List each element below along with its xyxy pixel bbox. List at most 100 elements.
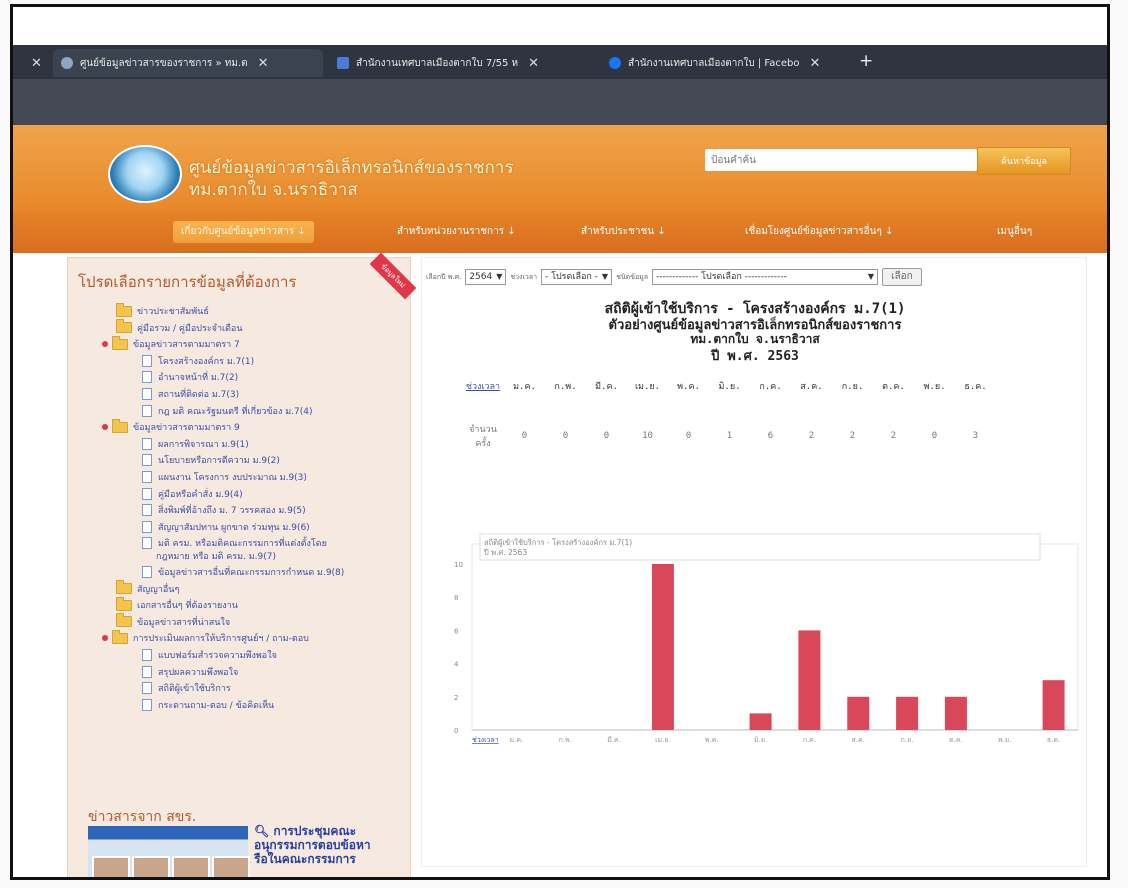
bar (847, 696, 870, 730)
table-header-cell: ธ.ค. (964, 382, 987, 392)
table-cell: 2 (808, 431, 815, 441)
nav-item-agencies[interactable]: สำหรับหน่วยงานราชการ ↓ (389, 221, 524, 243)
close-icon[interactable]: ✕ (258, 56, 269, 71)
folder-icon (112, 629, 128, 644)
new-ribbon-badge: ข้อมูลใหม่ (369, 252, 417, 300)
folder-icon (116, 319, 132, 334)
table-header-cell: ม.ค. (513, 382, 536, 392)
chevron-down-icon: ▼ (496, 272, 503, 281)
tab-second[interactable]: สำนักงานเทศบาลเมืองตากใบ 7/55 ห ✕ (329, 49, 595, 77)
table-cell: 2 (849, 431, 856, 441)
sidebar-item[interactable]: อำนาจหน้าที่ ม.7(2) (142, 370, 238, 384)
sidebar-item[interactable]: การประเมินผลการให้บริการศูนย์ฯ / ถาม-ตอบ (102, 629, 309, 645)
tab-label: สำนักงานเทศบาลเมืองตากใบ 7/55 ห (356, 57, 519, 69)
news-headline[interactable]: 🔍︎ การประชุมคณะอนุกรรมการตอบข้อหารือในคณ… (254, 824, 374, 866)
table-header-row: ช่วงเวลา ม.ค. ก.พ. มี.ค. เม.ย. พ.ค. มิ.ย. ก.ค. ส… (462, 364, 996, 408)
period-select[interactable]: - โปรดเลือก - ▼ (541, 269, 613, 285)
site-icon (337, 57, 349, 69)
stats-table: ช่วงเวลา ม.ค. ก.พ. มี.ค. เม.ย. พ.ค. มิ.ย. ก.ค. ส… (462, 364, 996, 464)
sidebar-item[interactable]: แบบฟอร์มสำรวจความพึงพอใจ (142, 648, 277, 662)
document-icon (142, 520, 152, 533)
sidebar-item[interactable]: สิ่งพิมพ์ที่อ้างถึง ม. 7 วรรคสอง ม.9(5) (142, 503, 306, 517)
sidebar-item-label: ผลการพิจารณา ม.9(1) (158, 439, 249, 450)
sidebar-item[interactable]: แผนงาน โครงการ งบประมาณ ม.9(3) (142, 470, 307, 484)
y-tick-label: 8 (454, 594, 458, 602)
sidebar-item[interactable]: สัญญาสัมปทาน ผูกขาด ร่วมทุน ม.9(6) (142, 520, 310, 534)
year-select[interactable]: 2564 ▼ (465, 269, 507, 285)
news-thumbnail[interactable] (88, 826, 250, 877)
tab-active[interactable]: ศูนย์ข้อมูลข่าวสารของราชการ » ทม.ต ✕ (53, 49, 323, 77)
x-tick-label: มี.ค. (607, 736, 621, 744)
sidebar-item-label: ข้อมูลข่าวสารตามมาตรา 7 (133, 340, 240, 351)
sidebar-item-label: นโยบายหรือการตีความ ม.9(2) (158, 456, 280, 467)
plot-area (471, 543, 1079, 731)
sidebar-item[interactable]: กฎ มติ คณะรัฐมนตรี ที่เกี่ยวข้อง ม.7(4) (142, 404, 313, 418)
sidebar-item[interactable]: คู่มือรวม / คู่มือประจำเดือน (116, 319, 242, 335)
tab-close-previous[interactable]: ✕ (13, 49, 50, 77)
new-tab-button[interactable]: + (859, 51, 873, 71)
table-cell: 0 (562, 431, 569, 441)
facebook-icon (609, 57, 621, 69)
table-cell: 1 (726, 431, 733, 441)
nav-item-public[interactable]: สำหรับประชาชน ↓ (573, 221, 674, 243)
sidebar-item[interactable]: สรุปผลความพึงพอใจ (142, 665, 238, 679)
sidebar-item[interactable]: สัญญาอื่นๆ (116, 580, 179, 596)
close-icon[interactable]: ✕ (810, 56, 821, 71)
bar-chart: สถิติผู้เข้าใช้บริการ - โครงสร้างองค์กร … (454, 533, 1079, 744)
x-tick-label: พ.ค. (705, 736, 719, 744)
table-header-cell: พ.ค. (677, 382, 700, 392)
bar (1042, 680, 1065, 730)
sidebar-item[interactable]: สถิติผู้เข้าใช้บริการ (142, 681, 231, 695)
sidebar-item[interactable]: ข้อมูลข่าวสารตามมาตรา 7 (102, 335, 240, 351)
sidebar-item-label: อำนาจหน้าที่ ม.7(2) (158, 373, 239, 384)
sidebar-title: โปรดเลือกรายการข้อมูลที่ต้องการ (78, 273, 297, 291)
search-input[interactable] (705, 149, 977, 171)
x-tick-label: พ.ย. (998, 736, 1011, 744)
close-icon[interactable]: ✕ (528, 56, 539, 71)
sidebar-item[interactable]: โครงสร้างองค์กร ม.7(1) (142, 354, 254, 368)
sidebar-item[interactable]: ข้อมูลข่าวสารตามมาตรา 9 (102, 418, 240, 434)
bar (749, 713, 772, 730)
document-icon (142, 504, 152, 517)
x-tick-label: ก.พ. (559, 736, 572, 744)
tab-third[interactable]: สำนักงานเทศบาลเมืองตากใบ | Facebo ✕ (601, 49, 853, 77)
news-photo-person (172, 856, 210, 877)
sidebar-item-label: แผนงาน โครงการ งบประมาณ ม.9(3) (158, 473, 307, 483)
nav-item-about[interactable]: เกี่ยวกับศูนย์ข้อมูลข่าวสาร ↓ (173, 221, 314, 243)
close-icon[interactable]: ✕ (31, 56, 42, 71)
select-button[interactable]: เลือก (882, 268, 922, 286)
document-icon (142, 388, 152, 400)
bar (896, 696, 919, 730)
chevron-down-icon: ▼ (867, 272, 875, 281)
x-axis-label: ช่วงเวลา (472, 736, 499, 744)
data-type-select[interactable]: ------------- โปรดเลือก ------------- ▼ (652, 269, 879, 285)
sidebar-item[interactable]: กระดานถาม-ตอบ / ข้อคิดเห็น (142, 698, 274, 712)
bar (651, 564, 674, 730)
document-icon (142, 371, 152, 384)
nav-item-links[interactable]: เชื่อมโยงศูนย์ข้อมูลข่าวสารอื่นๆ ↓ (737, 221, 901, 243)
sidebar-item[interactable]: คู่มือหรือคำสั่ง ม.9(4) (142, 487, 243, 501)
sidebar-item-label-continued[interactable]: กฎหมาย หรือ มติ ครม. ม.9(7) (156, 549, 276, 563)
sidebar-item[interactable]: ข้อมูลข่าวสารอื่นที่คณะกรรมการกำหนด ม.9(… (142, 565, 344, 579)
x-tick-label: ม.ค. (510, 736, 524, 744)
sidebar-item[interactable]: สถานที่ติดต่อ ม.7(3) (142, 387, 239, 401)
sidebar-item[interactable]: นโยบายหรือการตีความ ม.9(2) (142, 453, 280, 467)
globe-icon (61, 57, 73, 69)
search-button[interactable]: ค้นหาข้อมูล (977, 147, 1071, 175)
table-cell: 3 (972, 431, 979, 441)
sidebar-item[interactable]: ผลการพิจารณา ม.9(1) (142, 437, 249, 451)
sidebar-item-label: สิ่งพิมพ์ที่อ้างถึง ม. 7 วรรคสอง ม.9(5) (158, 506, 306, 517)
sidebar-item[interactable]: เอกสารอื่นๆ ที่ต้องรายงาน (116, 596, 238, 612)
sidebar-item[interactable]: ข้อมูลข่าวสารที่น่าสนใจ (116, 613, 230, 629)
sidebar-item-label: กระดานถาม-ตอบ / ข้อคิดเห็น (158, 700, 275, 711)
document-icon (142, 649, 152, 661)
y-tick-label: 10 (454, 561, 463, 569)
folder-icon (116, 596, 132, 611)
table-cell: 0 (931, 431, 938, 441)
main-nav: เกี่ยวกับศูนย์ข้อมูลข่าวสาร ↓ สำหรับหน่ว… (13, 211, 1107, 253)
nav-item-other[interactable]: เมนูอื่นๆ (989, 221, 1040, 243)
address-bar (13, 79, 1107, 125)
sidebar-item[interactable]: ข่าวประชาสัมพันธ์ (116, 302, 209, 318)
table-cell: 10 (642, 431, 653, 441)
chevron-down-icon: ▼ (601, 272, 609, 281)
